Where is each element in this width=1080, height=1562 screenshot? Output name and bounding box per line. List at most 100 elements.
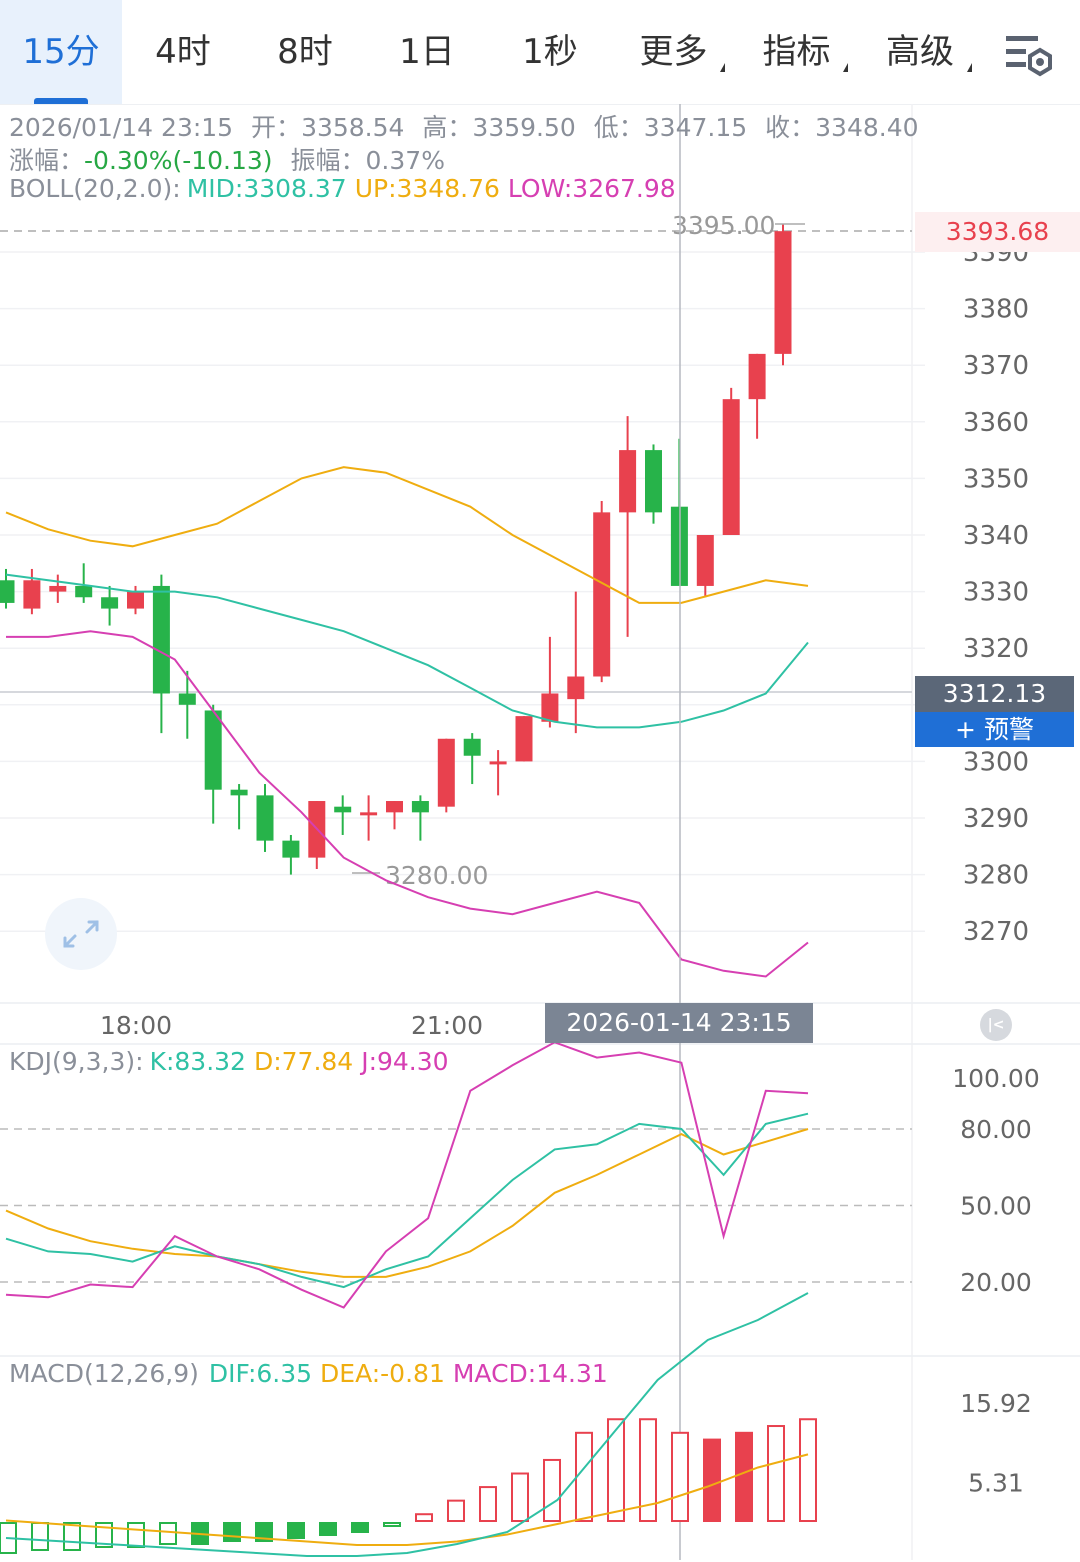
change-value: -0.30%(-10.13) bbox=[84, 146, 273, 175]
crosshair-price-badge: 3312.13 bbox=[915, 676, 1074, 712]
kdj-j-line bbox=[5, 1041, 809, 1309]
candle-up bbox=[437, 738, 455, 807]
price-tick-label: 3290 bbox=[963, 804, 1029, 834]
macd-name: MACD(12,26,9) bbox=[9, 1359, 199, 1388]
price-tick-label: 3370 bbox=[963, 351, 1029, 381]
candle-down bbox=[75, 585, 93, 598]
fullscreen-button[interactable] bbox=[45, 898, 117, 970]
price-tick-label: 3350 bbox=[963, 464, 1029, 494]
macd-bar-down bbox=[159, 1522, 177, 1545]
candle-up bbox=[489, 761, 507, 765]
kdj-tick-label: 80.00 bbox=[960, 1115, 1032, 1144]
candle-down bbox=[152, 585, 170, 694]
macd-bar-down bbox=[127, 1522, 145, 1548]
scroll-to-latest-button[interactable]: |< bbox=[980, 1009, 1012, 1041]
change-label: 涨幅： bbox=[9, 146, 85, 175]
macd-value: MACD:14.31 bbox=[452, 1359, 608, 1388]
close-label: 收： bbox=[765, 113, 816, 142]
candle-up bbox=[360, 812, 378, 816]
macd-bar-up bbox=[447, 1499, 465, 1522]
macd-bar-up bbox=[511, 1472, 529, 1523]
macd-bar-up bbox=[607, 1418, 625, 1523]
macd-tick-label: 15.92 bbox=[960, 1389, 1032, 1418]
kdj-name: KDJ(9,3,3): bbox=[9, 1047, 144, 1076]
skip-back-icon: |< bbox=[987, 1017, 1005, 1033]
price-tick-label: 3360 bbox=[963, 408, 1029, 438]
candle-up bbox=[515, 716, 533, 762]
time-label: 21:00 bbox=[411, 1011, 483, 1040]
boll-name: BOLL(20,2.0): bbox=[9, 174, 181, 203]
price-tick-label: 3330 bbox=[963, 578, 1029, 608]
boll-lower-line bbox=[6, 630, 809, 978]
price-tick-label: 3280 bbox=[963, 861, 1029, 891]
macd-bar-up bbox=[479, 1486, 497, 1523]
low-value: 3347.15 bbox=[643, 113, 748, 142]
macd-info: MACD(12,26,9) DIF:6.35 DEA:-0.81 MACD:14.31 bbox=[9, 1359, 614, 1388]
kdj-k: K:83.32 bbox=[149, 1047, 246, 1076]
high-value: 3359.50 bbox=[472, 113, 576, 142]
candle-down bbox=[178, 693, 196, 705]
candle-down bbox=[463, 738, 481, 756]
high-label: 高： bbox=[422, 113, 473, 142]
kdj-d: D:77.84 bbox=[253, 1047, 354, 1076]
kdj-j: J:94.30 bbox=[361, 1047, 449, 1076]
add-alert-button[interactable]: + 预警 bbox=[915, 712, 1074, 747]
macd-bar-up bbox=[703, 1438, 721, 1523]
ohlc-info: 2026/01/14 23:15 开：3358.54 高：3359.50 低：3… bbox=[9, 108, 925, 144]
macd-bar-up bbox=[575, 1431, 593, 1523]
macd-bar-down bbox=[223, 1522, 241, 1542]
max-price-marker: 3395.00 bbox=[672, 211, 775, 240]
candle-down bbox=[101, 597, 119, 609]
price-tick-label: 3300 bbox=[963, 747, 1029, 777]
time-label: 18:00 bbox=[100, 1011, 172, 1040]
candle-up bbox=[49, 585, 67, 592]
macd-dif: DIF:6.35 bbox=[208, 1359, 313, 1388]
close-value: 3348.40 bbox=[815, 113, 919, 142]
boll-mid: MID:3308.37 bbox=[186, 174, 347, 203]
candle-down bbox=[204, 710, 222, 790]
boll-info: BOLL(20,2.0): MID:3308.37 UP:3348.76 LOW:32… bbox=[9, 174, 682, 203]
kdj-d-line bbox=[5, 1128, 809, 1278]
candle-up bbox=[748, 353, 766, 400]
amplitude-label: 振幅： bbox=[290, 146, 366, 175]
candle-down bbox=[282, 840, 300, 858]
candle-up bbox=[386, 801, 403, 813]
boll-low: LOW:3267.98 bbox=[507, 174, 676, 203]
macd-bar-down bbox=[383, 1522, 401, 1527]
expand-icon bbox=[63, 920, 99, 948]
candle-up bbox=[619, 450, 637, 513]
candle-up bbox=[127, 591, 144, 609]
candle-down bbox=[256, 795, 274, 841]
candle-up bbox=[696, 535, 714, 586]
amplitude-value: 0.37% bbox=[365, 146, 445, 175]
kdj-info: KDJ(9,3,3): K:83.32 D:77.84 J:94.30 bbox=[9, 1047, 455, 1076]
candle-down bbox=[645, 450, 662, 513]
chart-settings-icon bbox=[1006, 36, 1052, 77]
candle-up bbox=[774, 231, 792, 354]
macd-bar-up bbox=[671, 1431, 689, 1523]
change-info: 涨幅：-0.30%(-10.13) 振幅：0.37% bbox=[9, 141, 451, 177]
price-tick-label: 3270 bbox=[963, 917, 1029, 947]
candle-up bbox=[541, 693, 559, 722]
macd-bar-up bbox=[543, 1458, 561, 1522]
price-tick-label: 3320 bbox=[963, 634, 1029, 664]
candle-up bbox=[593, 512, 611, 677]
kdj-tick-label: 100.00 bbox=[952, 1064, 1039, 1093]
macd-bar-down bbox=[31, 1522, 49, 1551]
macd-bar-up bbox=[767, 1425, 785, 1523]
price-tick-label: 3380 bbox=[963, 295, 1029, 325]
open-value: 3358.54 bbox=[301, 113, 405, 142]
macd-bar-down bbox=[319, 1522, 337, 1536]
crosshair-time-badge: 2026-01-14 23:15 bbox=[545, 1003, 813, 1043]
candle-down bbox=[334, 806, 352, 813]
boll-up: UP:3348.76 bbox=[354, 174, 500, 203]
kdj-tick-label: 50.00 bbox=[960, 1192, 1032, 1221]
candle-up bbox=[722, 399, 740, 535]
macd-bar-down bbox=[351, 1522, 369, 1533]
macd-bar-up bbox=[735, 1431, 753, 1523]
macd-tick-label: 5.31 bbox=[968, 1469, 1024, 1498]
candle-up bbox=[567, 676, 585, 700]
candle-down bbox=[0, 580, 15, 603]
candle-down bbox=[230, 789, 248, 796]
chart-settings-button[interactable] bbox=[1000, 30, 1060, 78]
